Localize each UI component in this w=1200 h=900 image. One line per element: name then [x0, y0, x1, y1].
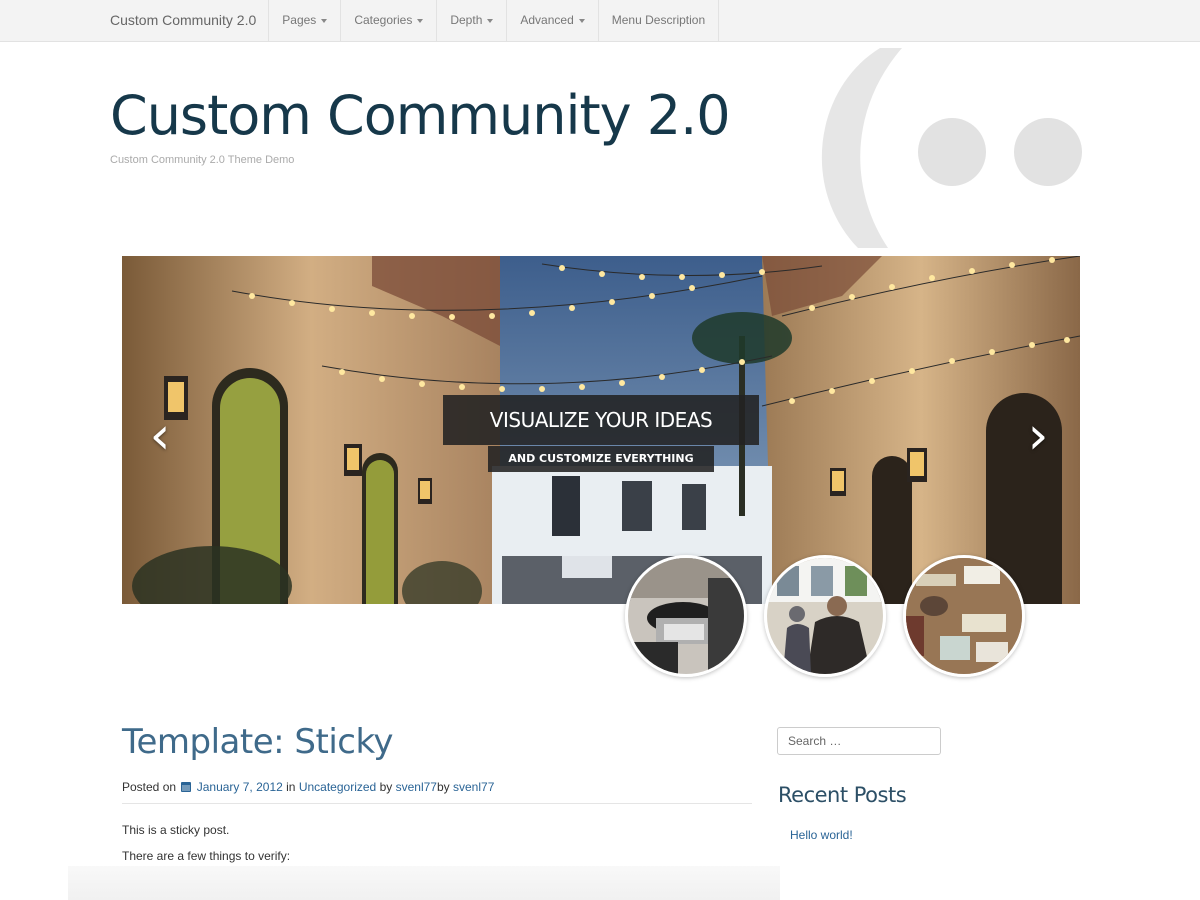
thumbnail-image: [906, 558, 1022, 674]
top-navbar: Custom Community 2.0 Pages Categories De…: [0, 0, 1200, 42]
calendar-icon: [181, 782, 192, 792]
site-description: Custom Community 2.0 Theme Demo: [110, 154, 295, 166]
nav-item-menu-description[interactable]: Menu Description: [599, 0, 720, 41]
post-date-link[interactable]: January 7, 2012: [197, 780, 283, 794]
chevron-left-icon[interactable]: ‹: [140, 406, 180, 466]
chevron-right-icon[interactable]: ›: [1018, 406, 1058, 466]
by-label: by: [436, 780, 450, 794]
nav-item-advanced[interactable]: Advanced: [507, 0, 599, 41]
slider-thumbnail-1[interactable]: [625, 555, 747, 677]
logo-emoticon-icon: [821, 48, 1082, 248]
post-divider: [122, 803, 752, 804]
fade-overlay: [68, 866, 780, 900]
author-link[interactable]: svenl77: [453, 780, 494, 794]
category-link[interactable]: Uncategorized: [299, 780, 376, 794]
nav-item-label: Categories: [354, 13, 413, 27]
nav-item-pages[interactable]: Pages: [269, 0, 342, 41]
post-meta: Posted on January 7, 2012 in Uncategoriz…: [122, 780, 494, 794]
posted-on-label: Posted on: [122, 780, 177, 794]
search-input[interactable]: [777, 727, 941, 755]
post-paragraph: There are a few things to verify:: [122, 849, 291, 863]
nav-item-label: Depth: [450, 13, 483, 27]
recent-posts-title: Recent Posts: [778, 783, 907, 807]
caret-down-icon: [578, 18, 585, 23]
slide-caption-title: VISUALIZE YOUR IDEAS: [443, 395, 759, 445]
nav-brand-link[interactable]: Custom Community 2.0: [98, 0, 270, 41]
in-label: in: [286, 780, 296, 794]
slider-thumbnail-2[interactable]: [764, 555, 886, 677]
nav-item-categories[interactable]: Categories: [341, 0, 438, 41]
nav-item-label: Pages: [282, 13, 317, 27]
author-link[interactable]: svenl77: [396, 780, 437, 794]
hero-slider[interactable]: VISUALIZE YOUR IDEAS AND CUSTOMIZE EVERY…: [122, 256, 1080, 604]
slider-thumbnail-3[interactable]: [903, 555, 1025, 677]
site-title[interactable]: Custom Community 2.0: [110, 84, 731, 147]
post-paragraph: This is a sticky post.: [122, 823, 230, 837]
caret-down-icon: [417, 18, 424, 23]
thumbnail-image: [628, 558, 744, 674]
nav-menu: Custom Community 2.0 Pages Categories De…: [98, 0, 720, 41]
nav-item-label: Menu Description: [611, 13, 706, 27]
post-title[interactable]: Template: Sticky: [122, 722, 394, 762]
recent-post-link[interactable]: Hello world!: [790, 828, 853, 842]
nav-item-label: Advanced: [520, 13, 574, 27]
slide-caption-subtitle: AND CUSTOMIZE EVERYTHING: [488, 446, 714, 472]
nav-item-depth[interactable]: Depth: [437, 0, 508, 41]
caret-down-icon: [321, 18, 328, 23]
caret-down-icon: [487, 18, 494, 23]
thumbnail-image: [767, 558, 883, 674]
by-label: by: [379, 780, 393, 794]
